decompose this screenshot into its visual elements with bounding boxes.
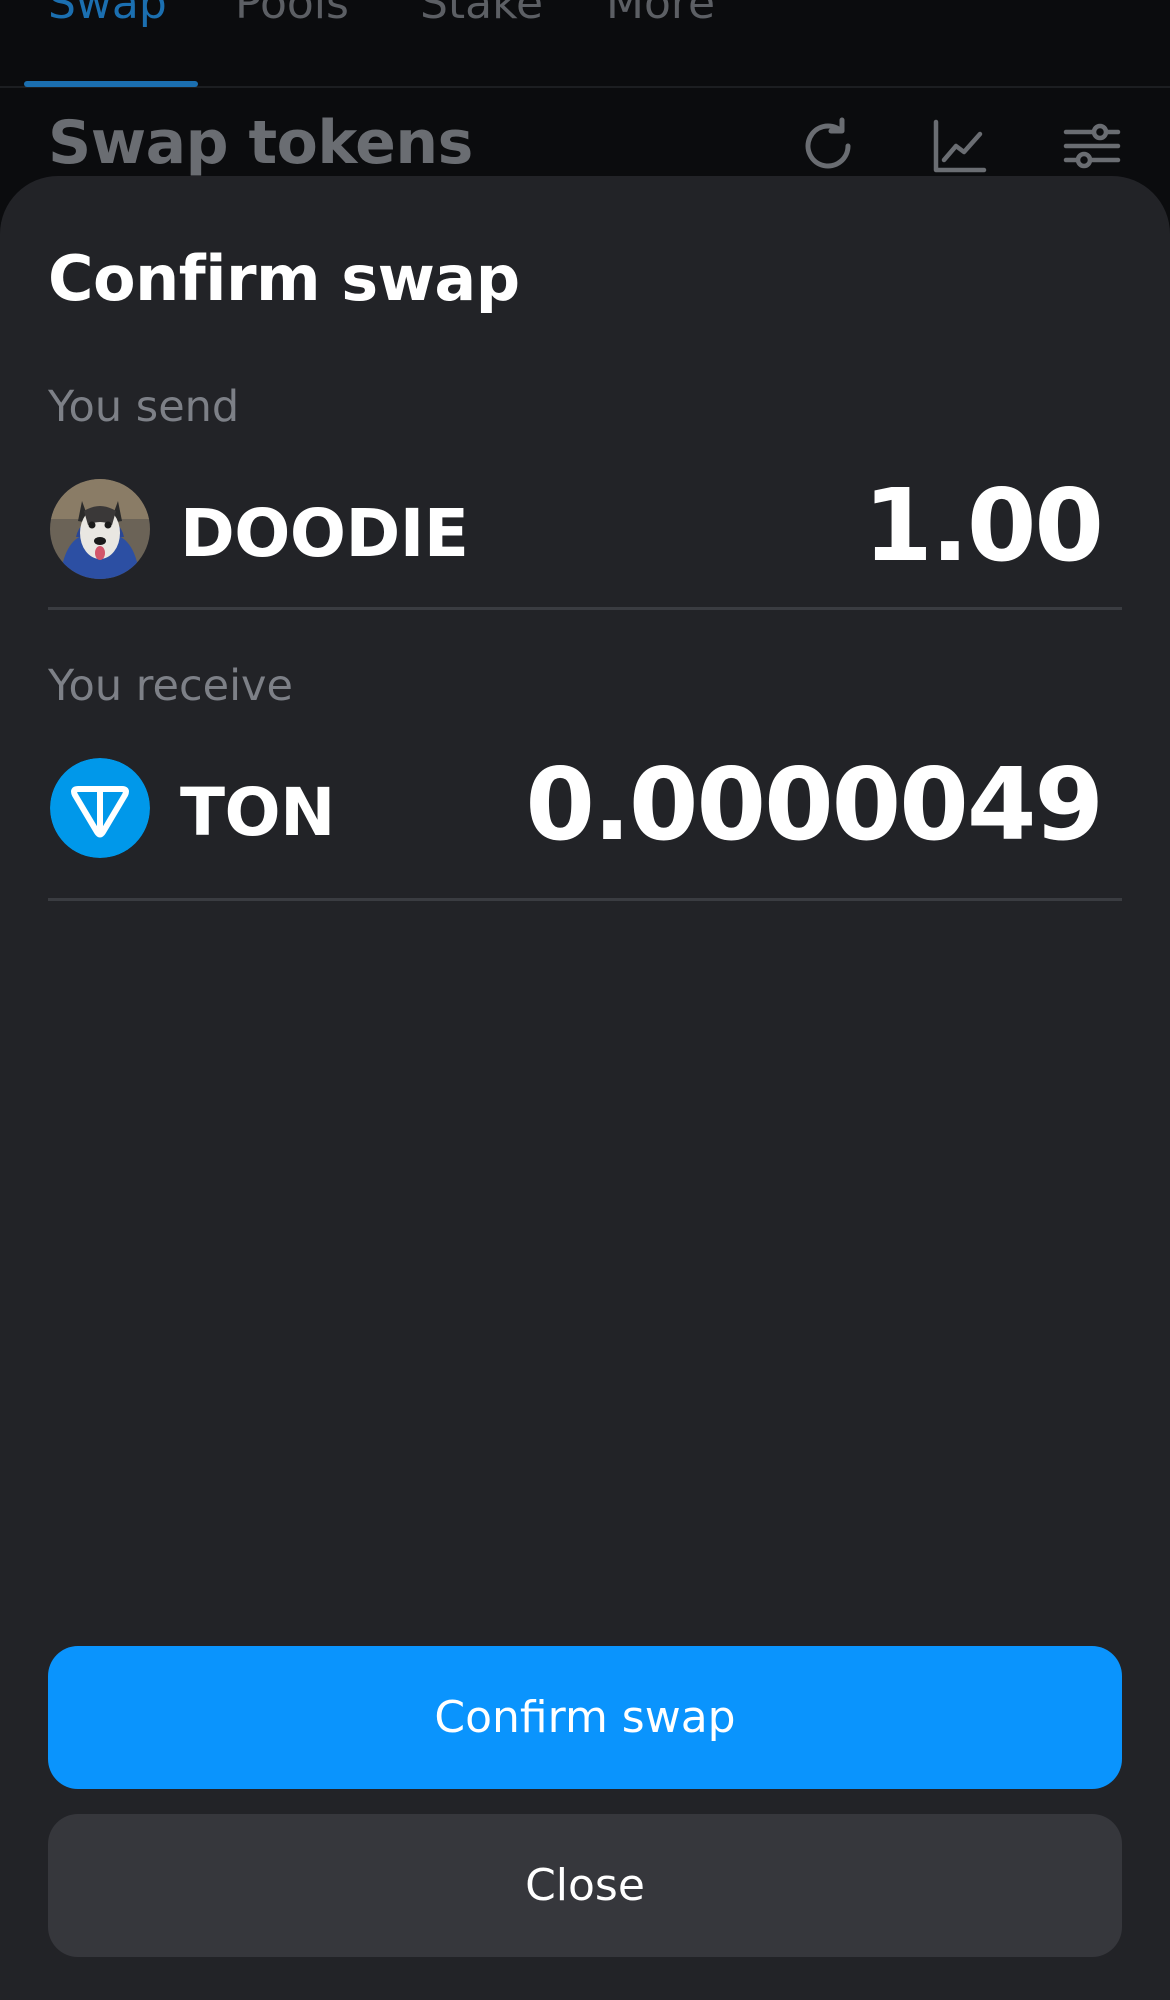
confirm-swap-sheet: Confirm swap You send DOODIE 1.00 You re… [0, 176, 1170, 2000]
settings-sliders-icon[interactable] [1062, 116, 1122, 176]
refresh-icon[interactable] [798, 116, 858, 176]
tab-pools[interactable]: Pools [235, 0, 349, 29]
confirm-swap-button[interactable]: Confirm swap [48, 1646, 1122, 1789]
sheet-title: Confirm swap [48, 242, 520, 315]
receive-amount: 0.0000049 [525, 746, 1104, 863]
close-button[interactable]: Close [48, 1814, 1122, 1957]
chart-icon[interactable] [930, 116, 990, 176]
tab-stake[interactable]: Stake [420, 0, 543, 29]
you-send-label: You send [48, 382, 240, 432]
send-amount: 1.00 [863, 467, 1104, 584]
doodie-token-icon [50, 479, 150, 579]
receive-token-symbol: TON [180, 774, 335, 851]
ton-token-icon [50, 758, 150, 858]
top-tab-bar: Swap Pools Stake More [0, 0, 1170, 88]
page-title: Swap tokens [48, 108, 473, 178]
tab-more[interactable]: More [606, 0, 715, 29]
receive-divider [48, 898, 1122, 901]
active-tab-indicator [24, 81, 198, 87]
receive-token-row: TON 0.0000049 [48, 738, 1122, 878]
tab-swap[interactable]: Swap [48, 0, 167, 29]
send-token-row: DOODIE 1.00 [48, 459, 1122, 599]
send-token-symbol: DOODIE [180, 495, 469, 572]
you-receive-label: You receive [48, 661, 293, 711]
send-divider [48, 607, 1122, 610]
app-root: Swap Pools Stake More Swap tokens Confir… [0, 0, 1170, 2000]
